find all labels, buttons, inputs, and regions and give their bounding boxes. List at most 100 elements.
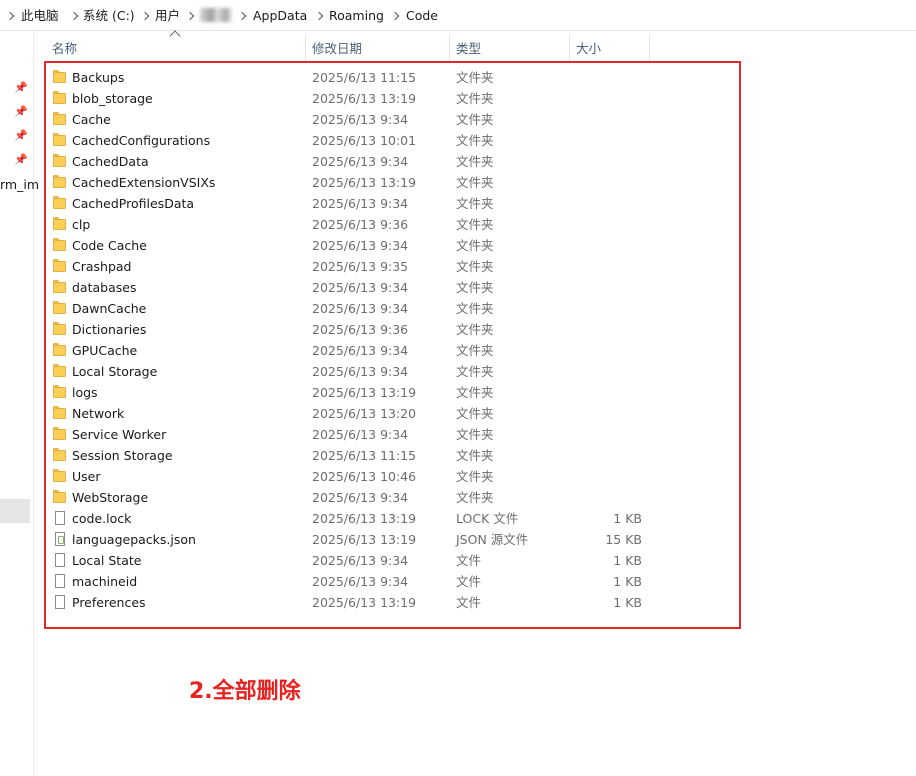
file-date: 2025/6/13 9:34 <box>312 574 409 589</box>
column-header-type[interactable]: 类型 <box>456 41 481 57</box>
file-type: 文件夹 <box>456 301 494 316</box>
folder-icon <box>53 385 67 399</box>
file-row[interactable]: CachedData 2025/6/13 9:34 文件夹 <box>0 151 916 172</box>
breadcrumb-separator-icon[interactable] <box>6 8 14 24</box>
column-header-size[interactable]: 大小 <box>576 41 601 57</box>
breadcrumb-item-this-pc[interactable]: 此电脑 <box>21 8 59 24</box>
file-row[interactable]: languagepacks.json 2025/6/13 13:19 JSON 源文… <box>0 529 916 550</box>
folder-icon <box>53 175 67 189</box>
breadcrumb-item-system-drive[interactable]: 系统 (C:) <box>83 8 135 24</box>
file-name: Code Cache <box>72 238 147 253</box>
file-date: 2025/6/13 13:19 <box>312 511 417 526</box>
folder-icon <box>53 91 67 105</box>
file-type: 文件夹 <box>456 406 494 421</box>
breadcrumb-item-users[interactable]: 用户 <box>155 8 180 24</box>
breadcrumb-separator-icon[interactable] <box>391 8 399 24</box>
breadcrumb-separator-icon[interactable] <box>238 8 246 24</box>
file-row[interactable]: GPUCache 2025/6/13 9:34 文件夹 <box>0 340 916 361</box>
file-row[interactable]: Network 2025/6/13 13:20 文件夹 <box>0 403 916 424</box>
folder-icon <box>53 217 67 231</box>
file-row[interactable]: Backups 2025/6/13 11:15 文件夹 <box>0 67 916 88</box>
column-divider[interactable] <box>449 34 450 62</box>
file-row[interactable]: CachedConfigurations 2025/6/13 10:01 文件夹 <box>0 130 916 151</box>
column-header-date[interactable]: 修改日期 <box>312 41 362 57</box>
file-name: Network <box>72 406 125 421</box>
file-row[interactable]: Preferences 2025/6/13 13:19 文件 1 KB <box>0 592 916 613</box>
file-icon <box>53 574 67 588</box>
address-bar[interactable]: 此电脑 系统 (C:) 用户 AppData Roaming Code <box>0 0 916 31</box>
folder-icon <box>53 322 67 336</box>
file-row[interactable]: Session Storage 2025/6/13 11:15 文件夹 <box>0 445 916 466</box>
file-type: 文件夹 <box>456 343 494 358</box>
file-type: 文件夹 <box>456 70 494 85</box>
breadcrumb-separator-icon[interactable] <box>315 8 323 24</box>
folder-icon <box>53 448 67 462</box>
file-row[interactable]: DawnCache 2025/6/13 9:34 文件夹 <box>0 298 916 319</box>
file-row[interactable]: Local Storage 2025/6/13 9:34 文件夹 <box>0 361 916 382</box>
file-name: Crashpad <box>72 259 132 274</box>
file-name: code.lock <box>72 511 132 526</box>
file-size: 1 KB <box>613 595 642 610</box>
file-row[interactable]: Cache 2025/6/13 9:34 文件夹 <box>0 109 916 130</box>
breadcrumb-item-roaming[interactable]: Roaming <box>329 8 384 24</box>
folder-icon <box>53 196 67 210</box>
folder-icon <box>53 406 67 420</box>
annotation-text: 2.全部删除 <box>189 679 301 704</box>
file-date: 2025/6/13 9:34 <box>312 364 409 379</box>
file-row[interactable]: User 2025/6/13 10:46 文件夹 <box>0 466 916 487</box>
file-type: 文件 <box>456 574 482 589</box>
file-row[interactable]: Code Cache 2025/6/13 9:34 文件夹 <box>0 235 916 256</box>
file-row[interactable]: code.lock 2025/6/13 13:19 LOCK 文件 1 KB <box>0 508 916 529</box>
file-type: 文件 <box>456 595 482 610</box>
folder-icon <box>53 301 67 315</box>
file-row[interactable]: clp 2025/6/13 9:36 文件夹 <box>0 214 916 235</box>
file-type: 文件 <box>456 553 482 568</box>
file-icon <box>53 511 67 525</box>
file-row[interactable]: CachedProfilesData 2025/6/13 9:34 文件夹 <box>0 193 916 214</box>
file-date: 2025/6/13 9:34 <box>312 553 409 568</box>
column-divider[interactable] <box>305 34 306 62</box>
breadcrumb-item-appdata[interactable]: AppData <box>253 8 307 24</box>
file-date: 2025/6/13 10:46 <box>312 469 417 484</box>
file-name: Dictionaries <box>72 322 147 337</box>
file-type: 文件夹 <box>456 133 494 148</box>
file-row[interactable]: blob_storage 2025/6/13 13:19 文件夹 <box>0 88 916 109</box>
column-header-name[interactable]: 名称 <box>52 41 77 57</box>
file-type: 文件夹 <box>456 154 494 169</box>
breadcrumb-separator-icon[interactable] <box>141 8 149 24</box>
file-size <box>560 216 642 233</box>
file-name: CachedConfigurations <box>72 133 211 148</box>
file-row[interactable]: logs 2025/6/13 13:19 文件夹 <box>0 382 916 403</box>
file-row[interactable]: databases 2025/6/13 9:34 文件夹 <box>0 277 916 298</box>
file-icon <box>53 595 67 609</box>
file-size <box>560 300 642 317</box>
file-size: 1 KB <box>613 511 642 526</box>
breadcrumb-separator-icon[interactable] <box>70 8 78 24</box>
file-row[interactable]: Local State 2025/6/13 9:34 文件 1 KB <box>0 550 916 571</box>
file-name: logs <box>72 385 98 400</box>
file-row[interactable]: CachedExtensionVSIXs 2025/6/13 13:19 文件夹 <box>0 172 916 193</box>
file-row[interactable]: machineid 2025/6/13 9:34 文件 1 KB <box>0 571 916 592</box>
file-name: blob_storage <box>72 91 153 106</box>
breadcrumb-item-code[interactable]: Code <box>406 8 438 24</box>
folder-icon <box>53 112 67 126</box>
file-date: 2025/6/13 9:35 <box>312 259 409 274</box>
file-size <box>560 447 642 464</box>
file-row[interactable]: Dictionaries 2025/6/13 9:36 文件夹 <box>0 319 916 340</box>
column-divider[interactable] <box>569 34 570 62</box>
file-name: Backups <box>72 70 125 85</box>
column-divider[interactable] <box>649 34 650 62</box>
file-name: machineid <box>72 574 138 589</box>
file-type: 文件夹 <box>456 469 494 484</box>
file-row[interactable]: Crashpad 2025/6/13 9:35 文件夹 <box>0 256 916 277</box>
breadcrumb-separator-icon[interactable] <box>186 8 194 24</box>
file-size <box>560 111 642 128</box>
folder-icon <box>53 70 67 84</box>
file-row[interactable]: Service Worker 2025/6/13 9:34 文件夹 <box>0 424 916 445</box>
file-date: 2025/6/13 9:36 <box>312 322 409 337</box>
redacted-username[interactable] <box>200 8 232 22</box>
file-date: 2025/6/13 13:19 <box>312 91 417 106</box>
file-date: 2025/6/13 9:34 <box>312 238 409 253</box>
file-row[interactable]: WebStorage 2025/6/13 9:34 文件夹 <box>0 487 916 508</box>
file-size <box>560 363 642 380</box>
